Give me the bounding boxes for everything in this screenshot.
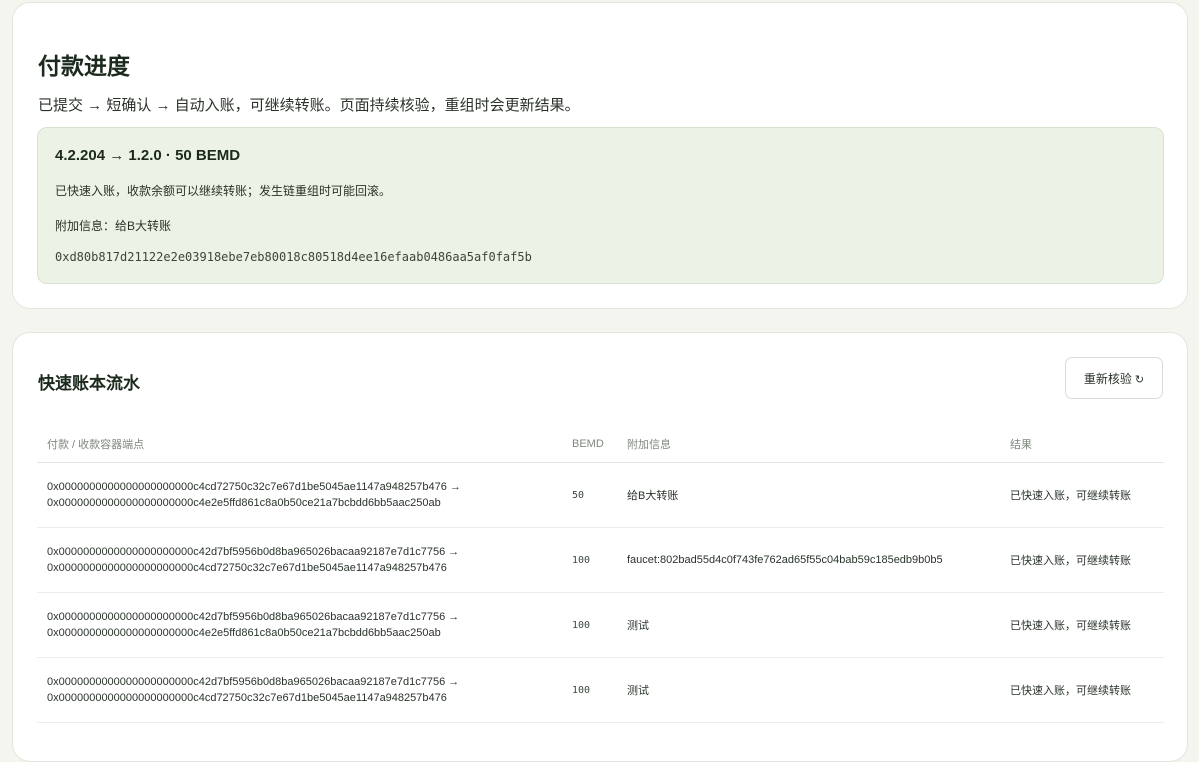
status-memo: 附加信息：给B大转账: [55, 219, 172, 233]
endpoints-cell: 0x0000000000000000000000c4cd72750c32c7e6…: [37, 462, 562, 528]
memo-cell: 测试: [617, 592, 1000, 658]
to-address: 0x0000000000000000000000c4cd72750c32c7e6…: [47, 692, 447, 704]
ledger-table: 付款 / 收款容器端点 BEMD 附加信息 结果 0x0000000000000…: [37, 425, 1164, 723]
table-header-row: 付款 / 收款容器端点 BEMD 附加信息 结果: [37, 425, 1164, 463]
status-message: 已快速入账，收款余额可以继续转账；发生链重组时可能回滚。: [55, 184, 392, 198]
reverify-button-label: 重新核验: [1083, 371, 1132, 386]
amount-cell: 50: [562, 462, 617, 528]
fast-ledger-card: 快速账本流水 重新核验 ↻ 付款 / 收款容器端点 BEMD 附加信息 结果 0x…: [12, 332, 1188, 762]
page-title: 付款进度: [38, 53, 130, 79]
amount-cell: 100: [562, 592, 617, 658]
progress-description: 已提交 → 短确认 → 自动入账，可继续转账。页面持续核验，重组时会更新结果。: [38, 97, 580, 114]
memo-cell: faucet:802bad55d4c0f743fe762ad65f55c04ba…: [617, 527, 1000, 593]
from-address: 0x0000000000000000000000c42d7bf5956b0d8b…: [47, 611, 460, 623]
from-address: 0x0000000000000000000000c42d7bf5956b0d8b…: [47, 676, 460, 688]
memo-cell: 给B大转账: [617, 462, 1000, 528]
result-cell: 已快速入账，可继续转账: [1000, 592, 1164, 658]
endpoints-cell: 0x0000000000000000000000c42d7bf5956b0d8b…: [37, 657, 562, 723]
from-address: 0x0000000000000000000000c42d7bf5956b0d8b…: [47, 546, 460, 558]
amount-cell: 100: [562, 527, 617, 593]
column-header-memo: 附加信息: [617, 425, 1000, 463]
column-header-result: 结果: [1000, 425, 1164, 463]
to-address: 0x0000000000000000000000c4e2e5ffd861c8a0…: [47, 497, 441, 509]
table-row: 0x0000000000000000000000c4cd72750c32c7e6…: [37, 462, 1164, 528]
result-cell: 已快速入账，可继续转账: [1000, 657, 1164, 723]
to-address: 0x0000000000000000000000c4cd72750c32c7e6…: [47, 562, 447, 574]
refresh-icon: ↻: [1134, 373, 1145, 386]
amount-cell: 100: [562, 657, 617, 723]
reverify-button[interactable]: 重新核验 ↻: [1065, 357, 1163, 399]
result-cell: 已快速入账，可继续转账: [1000, 527, 1164, 593]
memo-cell: 测试: [617, 657, 1000, 723]
transaction-hash[interactable]: 0xd80b817d21122e2e03918ebe7eb80018c80518…: [55, 250, 532, 264]
payment-progress-card: 付款进度 已提交 → 短确认 → 自动入账，可继续转账。页面持续核验，重组时会更…: [12, 2, 1188, 309]
result-cell: 已快速入账，可继续转账: [1000, 462, 1164, 528]
endpoints-cell: 0x0000000000000000000000c42d7bf5956b0d8b…: [37, 592, 562, 658]
payment-status-box: 4.2.204 → 1.2.0 · 50 BEMD 已快速入账，收款余额可以继续…: [37, 127, 1164, 284]
ledger-title: 快速账本流水: [38, 374, 140, 393]
transfer-summary: 4.2.204 → 1.2.0 · 50 BEMD: [55, 147, 241, 164]
table-row: 0x0000000000000000000000c42d7bf5956b0d8b…: [37, 592, 1164, 658]
table-row: 0x0000000000000000000000c42d7bf5956b0d8b…: [37, 657, 1164, 723]
endpoints-cell: 0x0000000000000000000000c42d7bf5956b0d8b…: [37, 527, 562, 593]
column-header-amount: BEMD: [562, 425, 617, 463]
column-header-endpoints: 付款 / 收款容器端点: [37, 425, 562, 463]
from-address: 0x0000000000000000000000c4cd72750c32c7e6…: [47, 481, 461, 493]
to-address: 0x0000000000000000000000c4e2e5ffd861c8a0…: [47, 627, 441, 639]
table-row: 0x0000000000000000000000c42d7bf5956b0d8b…: [37, 527, 1164, 593]
